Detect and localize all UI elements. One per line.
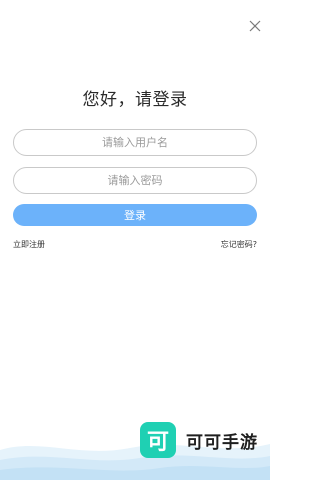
close-icon [249, 20, 261, 32]
keke-logo-icon: 可 [140, 422, 176, 458]
register-link[interactable]: 立即注册 [13, 239, 45, 250]
login-button[interactable]: 登录 [13, 204, 257, 226]
brand: 可 可可手游 [140, 422, 258, 458]
brand-name: 可可手游 [186, 432, 258, 453]
close-button[interactable] [247, 18, 263, 34]
username-input[interactable] [13, 129, 257, 156]
page-title: 您好，请登录 [82, 90, 188, 110]
password-input[interactable] [13, 167, 257, 194]
forgot-password-link[interactable]: 忘记密码? [221, 239, 257, 250]
